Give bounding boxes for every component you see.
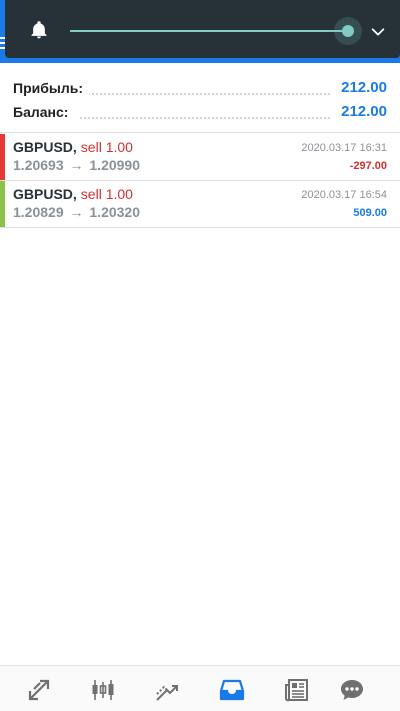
profit-row: Прибыль: 212.00	[0, 76, 400, 100]
trade-separator: ,	[72, 186, 77, 202]
history-screen: Прибыль: 212.00 Баланс: 212.00 GBPUSD, se…	[0, 0, 400, 711]
trade-separator: ,	[72, 139, 77, 155]
chevron-down-icon[interactable]	[370, 24, 386, 40]
trade-status-bar	[0, 134, 5, 180]
trade-icon[interactable]	[154, 677, 180, 703]
trade-profit: -297.00	[349, 160, 387, 172]
trade-symbol-line: GBPUSD, sell 1.00	[13, 186, 133, 202]
trade-time: 2020.03.17 16:31	[301, 142, 387, 154]
balance-label: Баланс:	[13, 104, 75, 120]
arrow-right-icon: →	[69, 157, 84, 173]
trade-action: sell 1.00	[80, 139, 133, 155]
news-icon[interactable]	[284, 677, 310, 703]
trade-row[interactable]: GBPUSD, sell 1.00 1.20829 → 1.20320 2020.…	[0, 181, 400, 227]
trade-symbol: GBPUSD	[13, 186, 73, 202]
filter-panel	[5, 0, 400, 58]
profit-value: 212.00	[335, 79, 387, 96]
trade-symbol: GBPUSD	[13, 139, 73, 155]
trade-profit: 509.00	[353, 207, 387, 219]
open-price: 1.20693	[13, 157, 64, 173]
messages-icon[interactable]	[339, 677, 365, 703]
open-price: 1.20829	[13, 204, 64, 220]
close-price: 1.20320	[89, 204, 140, 220]
dotted-leader	[80, 117, 330, 119]
profit-label: Прибыль:	[13, 80, 89, 96]
quotes-icon[interactable]	[26, 677, 52, 703]
account-summary: Прибыль: 212.00 Баланс: 212.00	[0, 76, 400, 124]
period-slider-track[interactable]	[70, 30, 346, 32]
top-bar	[0, 0, 400, 63]
bottom-navigation	[0, 665, 400, 711]
balance-row: Баланс: 212.00	[0, 100, 400, 124]
chart-icon[interactable]	[90, 677, 116, 703]
trade-status-bar	[0, 181, 5, 227]
history-icon[interactable]	[219, 677, 245, 703]
trade-time: 2020.03.17 16:54	[301, 189, 387, 201]
dotted-leader	[80, 93, 330, 95]
trade-prices: 1.20693 → 1.20990	[13, 157, 140, 173]
divider	[0, 227, 400, 228]
period-slider-thumb[interactable]	[342, 25, 354, 37]
bell-icon[interactable]	[29, 20, 49, 40]
trade-row[interactable]: GBPUSD, sell 1.00 1.20693 → 1.20990 2020.…	[0, 134, 400, 180]
arrow-right-icon: →	[69, 204, 84, 220]
trade-action: sell 1.00	[80, 186, 133, 202]
balance-value: 212.00	[335, 103, 387, 120]
trade-prices: 1.20829 → 1.20320	[13, 204, 140, 220]
trade-symbol-line: GBPUSD, sell 1.00	[13, 139, 133, 155]
close-price: 1.20990	[89, 157, 140, 173]
divider	[0, 132, 400, 133]
